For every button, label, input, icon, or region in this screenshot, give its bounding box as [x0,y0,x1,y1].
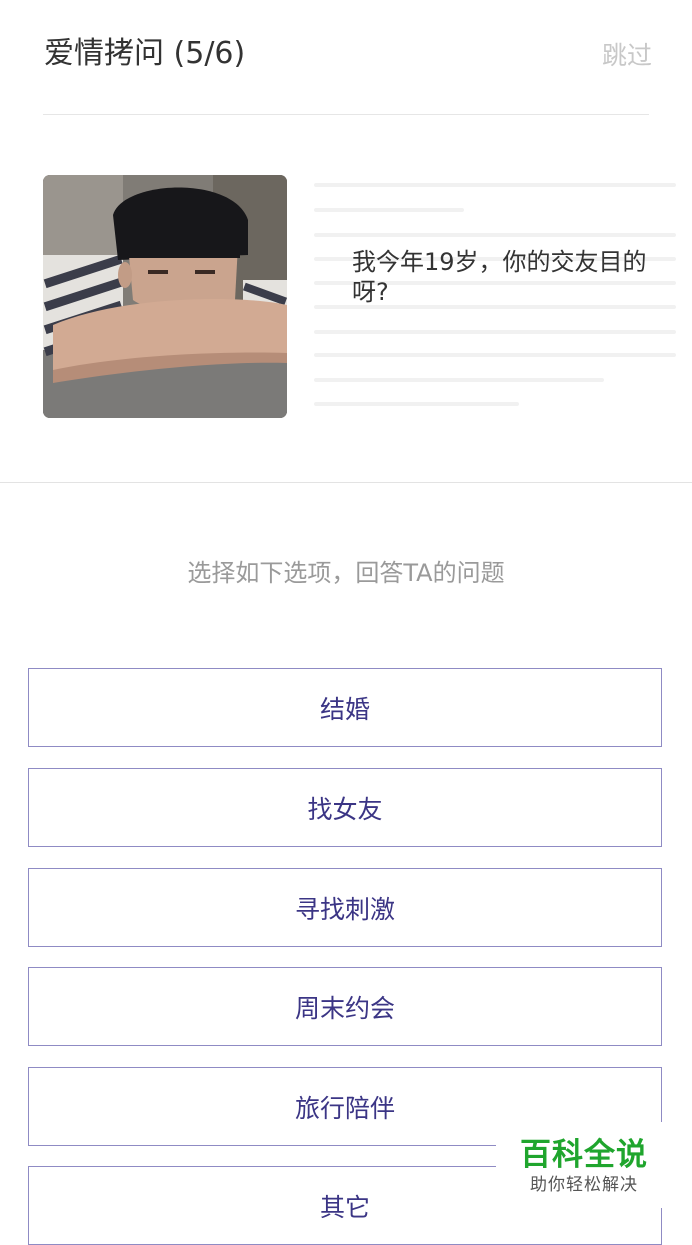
header-bar: 爱情拷问 (5/6) 跳过 [0,0,692,115]
option-button-marry[interactable]: 结婚 [28,668,662,747]
page-title: 爱情拷问 (5/6) [44,36,246,71]
option-button-excitement[interactable]: 寻找刺激 [28,868,662,947]
option-button-girlfriend[interactable]: 找女友 [28,768,662,847]
watermark-logo: 百科全说 助你轻松解决 [496,1122,672,1208]
question-text: 我今年19岁，你的交友目的呀? [352,248,647,306]
option-button-weekend-date[interactable]: 周末约会 [28,967,662,1046]
skip-button[interactable]: 跳过 [602,38,652,74]
avatar [43,175,287,418]
watermark-title: 百科全说 [520,1137,648,1173]
answer-prompt: 选择如下选项，回答TA的问题 [187,559,505,587]
section-divider [0,482,692,483]
avatar-photo [43,175,287,418]
watermark-subtitle: 助你轻松解决 [530,1175,638,1195]
question-card: 我今年19岁，你的交友目的呀? [0,115,692,482]
